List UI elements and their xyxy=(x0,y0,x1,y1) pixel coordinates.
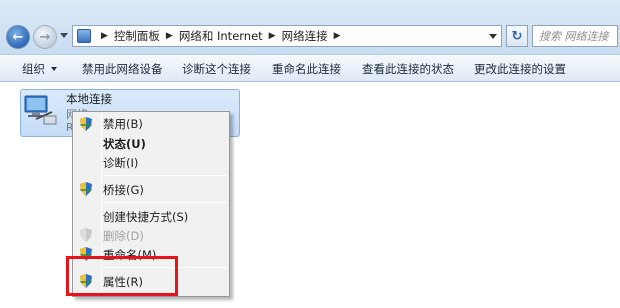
highlight-box xyxy=(66,256,178,296)
rename-connection-button[interactable]: 重命名此连接 xyxy=(272,61,341,77)
history-dropdown-icon[interactable] xyxy=(60,33,68,38)
uac-shield-icon xyxy=(80,117,92,131)
breadcrumb-network-connections[interactable]: 网络连接 xyxy=(282,28,328,44)
disable-device-button[interactable]: 禁用此网络设备 xyxy=(82,61,163,77)
command-bar: 组织 禁用此网络设备 诊断这个连接 重命名此连接 查看此连接的状态 更改此连接的… xyxy=(0,54,620,82)
menu-item-bridge[interactable]: 桥接(G) xyxy=(103,182,144,200)
address-dropdown-icon[interactable] xyxy=(489,34,497,39)
breadcrumb-separator[interactable]: ▶ xyxy=(334,31,341,41)
control-panel-icon xyxy=(77,29,91,43)
network-adapter-icon xyxy=(24,95,57,125)
organize-label: 组织 xyxy=(22,62,45,76)
change-settings-button[interactable]: 更改此连接的设置 xyxy=(474,61,566,77)
view-status-button[interactable]: 查看此连接的状态 xyxy=(362,61,454,77)
breadcrumb-separator[interactable]: ▶ xyxy=(101,31,108,41)
connection-name: 本地连接 xyxy=(66,92,112,106)
address-bar-row: ← → ▶ 控制面板 ▶ 网络和 Internet ▶ 网络连接 ▶ ↻ 搜索 … xyxy=(0,0,620,54)
address-box[interactable]: ▶ 控制面板 ▶ 网络和 Internet ▶ 网络连接 ▶ xyxy=(72,25,502,47)
breadcrumb-separator[interactable]: ▶ xyxy=(269,31,276,41)
menu-item-diagnose[interactable]: 诊断(I) xyxy=(103,155,138,173)
breadcrumb-control-panel[interactable]: 控制面板 xyxy=(114,28,160,44)
breadcrumb-separator[interactable]: ▶ xyxy=(166,31,173,41)
uac-shield-icon xyxy=(80,182,92,196)
diagnose-connection-button[interactable]: 诊断这个连接 xyxy=(182,61,251,77)
search-input[interactable]: 搜索 网络连接 xyxy=(532,25,618,47)
organize-menu-button[interactable]: 组织 xyxy=(22,61,57,77)
back-arrow-icon[interactable]: ← xyxy=(6,25,30,49)
menu-item-status[interactable]: 状态(U) xyxy=(103,136,146,154)
breadcrumb-network-internet[interactable]: 网络和 Internet xyxy=(179,28,263,44)
menu-separator xyxy=(103,175,227,176)
uac-shield-icon xyxy=(80,228,92,242)
menu-item-create-shortcut[interactable]: 创建快捷方式(S) xyxy=(103,209,188,227)
refresh-icon[interactable]: ↻ xyxy=(506,25,528,47)
menu-item-delete: 删除(D) xyxy=(103,229,144,243)
menu-item-disable[interactable]: 禁用(B) xyxy=(103,116,143,134)
forward-arrow-icon[interactable]: → xyxy=(33,25,57,49)
chevron-down-icon xyxy=(51,67,57,71)
menu-separator xyxy=(103,202,227,203)
